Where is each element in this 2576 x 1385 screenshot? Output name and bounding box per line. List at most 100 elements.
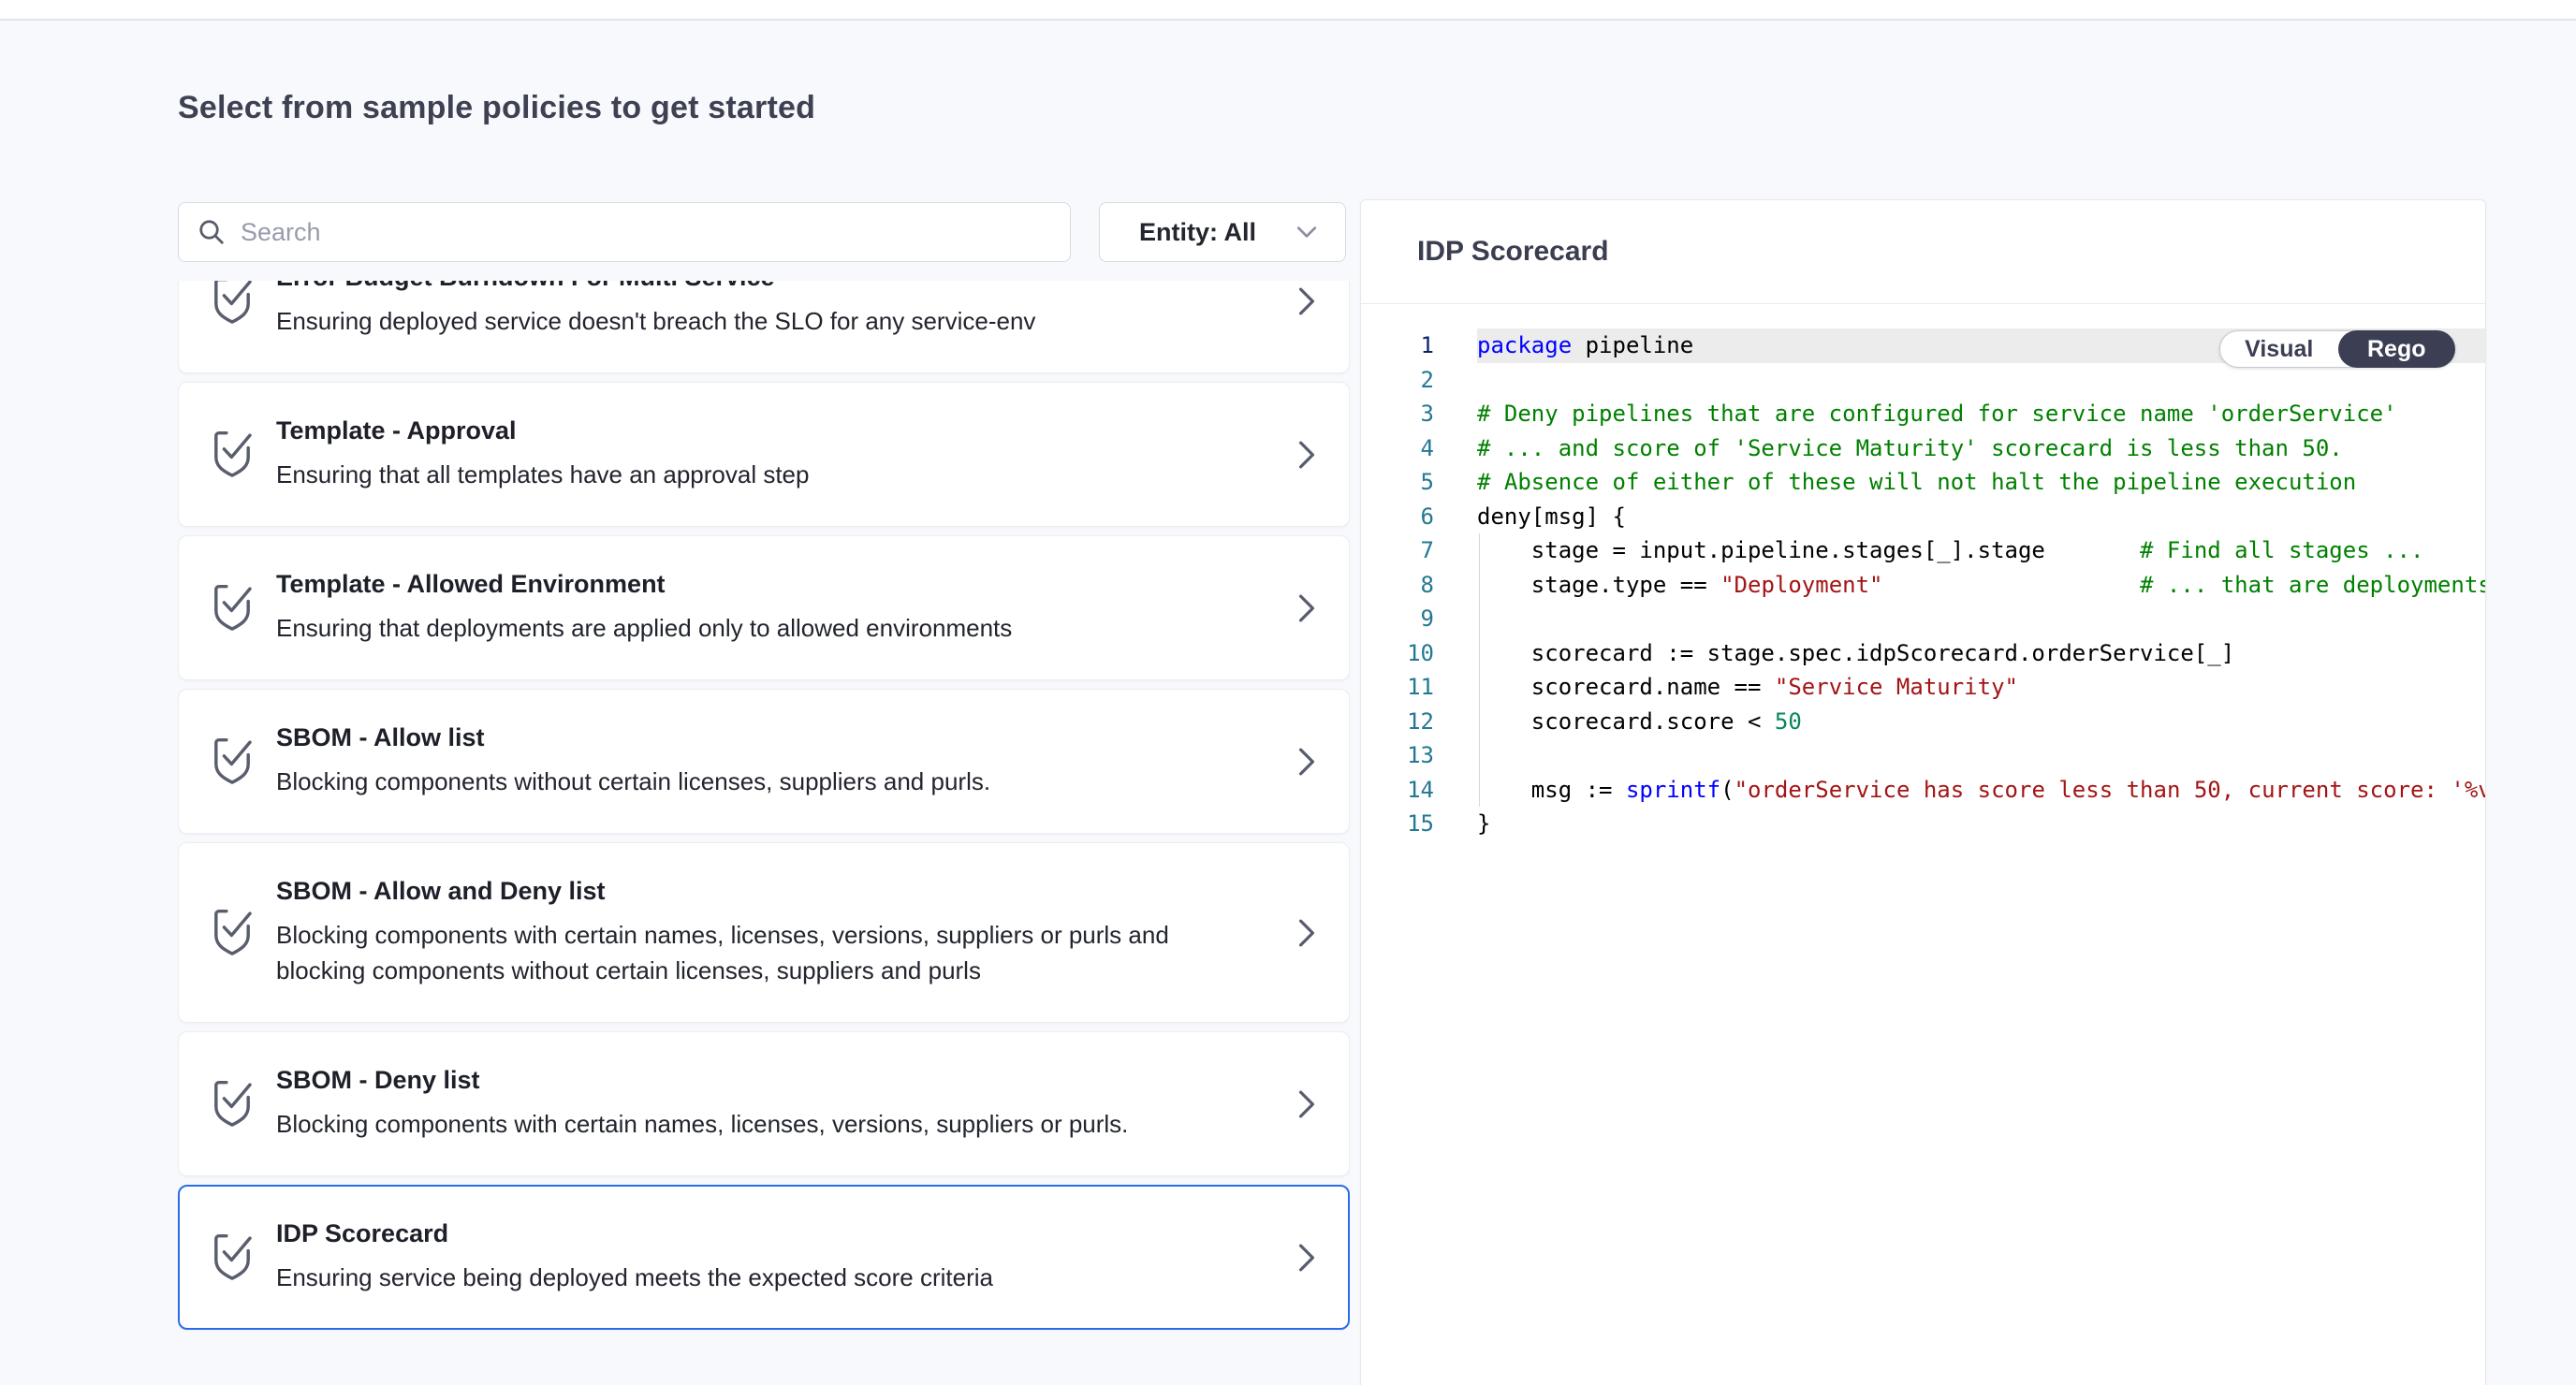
- search-input-container[interactable]: [178, 202, 1071, 262]
- policy-title: Template - Allowed Environment: [276, 570, 1212, 599]
- policy-description: Blocking components with certain names, …: [276, 917, 1212, 988]
- line-content: msg := sprintf("orderService has score l…: [1434, 777, 2485, 803]
- visual-toggle-button[interactable]: Visual: [2220, 331, 2338, 367]
- line-number: 6: [1361, 503, 1434, 530]
- code-line: 5 # Absence of either of these will not …: [1361, 465, 2485, 500]
- top-bar: [0, 0, 2576, 21]
- line-number: 13: [1361, 742, 1434, 768]
- code-line: 14 msg := sprintf("orderService has scor…: [1361, 773, 2485, 808]
- entity-filter-label: Entity: All: [1139, 218, 1256, 247]
- policy-card-text: Error Budget Burndown For Multi Service …: [276, 281, 1212, 339]
- policy-title: Template - Approval: [276, 416, 1212, 445]
- code-token: stage = input.pipeline.stages[_].stage: [1477, 537, 2140, 563]
- chevron-right-icon: [1298, 1244, 1315, 1272]
- code-token: # ... that are deployments: [2140, 572, 2485, 598]
- line-content: scorecard.name == "Service Maturity": [1434, 674, 2018, 700]
- chevron-down-icon: [1296, 226, 1317, 239]
- code-line: 9: [1361, 602, 2485, 636]
- line-number: 9: [1361, 605, 1434, 632]
- policy-card-text: IDP Scorecard Ensuring service being dep…: [276, 1219, 1212, 1295]
- line-content: scorecard := stage.spec.idpScorecard.ord…: [1434, 640, 2234, 666]
- rego-toggle-button[interactable]: Rego: [2338, 330, 2456, 368]
- policy-card[interactable]: Template - Allowed Environment Ensuring …: [178, 535, 1350, 680]
- code-token: # Absence of either of these will not ha…: [1477, 469, 2356, 495]
- chevron-right-icon: [1298, 287, 1315, 315]
- code-token: }: [1477, 810, 1490, 837]
- line-number: 11: [1361, 674, 1434, 700]
- policy-card-text: SBOM - Allow list Blocking components wi…: [276, 723, 1212, 799]
- line-number: 1: [1361, 332, 1434, 358]
- policy-description: Ensuring that deployments are applied on…: [276, 610, 1212, 646]
- policy-description: Ensuring deployed service doesn't breach…: [276, 303, 1212, 339]
- policy-description: Ensuring that all templates have an appr…: [276, 457, 1212, 492]
- policy-card[interactable]: SBOM - Deny list Blocking components wit…: [178, 1031, 1350, 1176]
- policy-description: Ensuring service being deployed meets th…: [276, 1260, 1212, 1295]
- code-token: scorecard.score <: [1477, 708, 1775, 735]
- code-token: sprintf: [1626, 777, 1720, 803]
- panel-title: IDP Scorecard: [1417, 236, 1609, 268]
- line-number: 14: [1361, 777, 1434, 803]
- policy-card-text: SBOM - Deny list Blocking components wit…: [276, 1066, 1212, 1142]
- code-token: [1882, 572, 2140, 598]
- panel-header: IDP Scorecard: [1361, 200, 2485, 304]
- search-input[interactable]: [241, 218, 1051, 247]
- policy-preview-panel: IDP Scorecard 1 package pipeline 2 3 # D…: [1360, 199, 2486, 1385]
- policy-title: SBOM - Allow list: [276, 723, 1212, 752]
- search-icon: [198, 218, 226, 246]
- policy-title: SBOM - Deny list: [276, 1066, 1212, 1095]
- code-token: "orderService has score less than 50, cu…: [1734, 777, 2485, 803]
- chevron-right-icon: [1298, 919, 1315, 947]
- line-content: # Deny pipelines that are configured for…: [1434, 401, 2397, 427]
- code-token: "Deployment": [1720, 572, 1882, 598]
- policy-title: IDP Scorecard: [276, 1219, 1212, 1248]
- code-line: 11 scorecard.name == "Service Maturity": [1361, 670, 2485, 705]
- policy-card[interactable]: Template - Approval Ensuring that all te…: [178, 382, 1350, 527]
- chevron-right-icon: [1298, 441, 1315, 469]
- policy-card[interactable]: Error Budget Burndown For Multi Service …: [178, 281, 1350, 373]
- line-number: 7: [1361, 537, 1434, 563]
- line-number: 10: [1361, 640, 1434, 666]
- code-line: 12 scorecard.score < 50: [1361, 705, 2485, 739]
- editor-mode-toggle: Visual Rego: [2219, 330, 2455, 368]
- line-content: # Absence of either of these will not ha…: [1434, 469, 2356, 495]
- policy-shield-check-icon: [211, 430, 254, 480]
- line-content: stage = input.pipeline.stages[_].stage #…: [1434, 537, 2423, 563]
- code-token: deny[msg] {: [1477, 503, 1626, 530]
- line-content: stage.type == "Deployment" # ... that ar…: [1434, 572, 2485, 598]
- policy-shield-check-icon: [211, 1079, 254, 1130]
- policy-title: Error Budget Burndown For Multi Service: [276, 281, 1212, 292]
- line-content: scorecard.score < 50: [1434, 708, 1802, 735]
- code-line: 4 # ... and score of 'Service Maturity' …: [1361, 431, 2485, 466]
- line-number: 15: [1361, 810, 1434, 837]
- line-content: package pipeline: [1434, 332, 1693, 358]
- line-content: # ... and score of 'Service Maturity' sc…: [1434, 435, 2343, 461]
- code-line: 7 stage = input.pipeline.stages[_].stage…: [1361, 533, 2485, 568]
- code-line: 15 }: [1361, 807, 2485, 841]
- policy-description: Blocking components with certain names, …: [276, 1106, 1212, 1142]
- policy-card[interactable]: SBOM - Allow list Blocking components wi…: [178, 689, 1350, 834]
- code-line: 3 # Deny pipelines that are configured f…: [1361, 397, 2485, 431]
- chevron-right-icon: [1298, 748, 1315, 776]
- code-line: 6 deny[msg] {: [1361, 500, 2485, 534]
- line-number: 4: [1361, 435, 1434, 461]
- code-token: (: [1720, 777, 1734, 803]
- line-content: deny[msg] {: [1434, 503, 1626, 530]
- code-token: stage.type ==: [1477, 572, 1720, 598]
- policy-card[interactable]: SBOM - Allow and Deny list Blocking comp…: [178, 842, 1350, 1023]
- code-line: 13: [1361, 738, 2485, 773]
- line-number: 2: [1361, 367, 1434, 393]
- entity-filter-dropdown[interactable]: Entity: All: [1099, 202, 1346, 262]
- code-token: package: [1477, 332, 1572, 358]
- line-number: 8: [1361, 572, 1434, 598]
- code-token: # Find all stages ...: [2140, 537, 2423, 563]
- policy-shield-check-icon: [211, 908, 254, 958]
- line-number: 3: [1361, 401, 1434, 427]
- policy-description: Blocking components without certain lice…: [276, 764, 1212, 799]
- code-line: 8 stage.type == "Deployment" # ... that …: [1361, 568, 2485, 603]
- policy-card[interactable]: IDP Scorecard Ensuring service being dep…: [178, 1185, 1350, 1330]
- policy-card-text: Template - Allowed Environment Ensuring …: [276, 570, 1212, 646]
- code-editor[interactable]: 1 package pipeline 2 3 # Deny pipelines …: [1361, 304, 2485, 1384]
- code-token: 50: [1775, 708, 1802, 735]
- code-token: pipeline: [1572, 332, 1693, 358]
- policy-title: SBOM - Allow and Deny list: [276, 877, 1212, 906]
